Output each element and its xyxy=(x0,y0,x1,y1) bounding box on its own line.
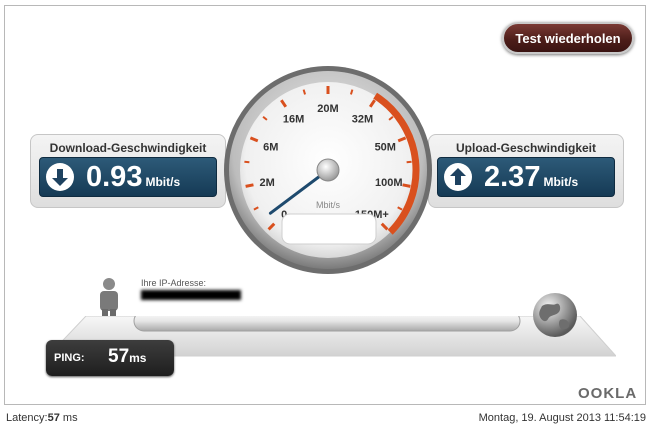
upload-unit: Mbit/s xyxy=(543,175,579,189)
upload-arrow-icon xyxy=(444,163,472,191)
upload-speed: 2.37 Mbit/s xyxy=(484,159,578,200)
ip-label: Ihre IP-Adresse: xyxy=(141,278,207,288)
latency-unit: ms xyxy=(62,412,78,424)
gauge-label: 50M xyxy=(375,141,396,153)
latency-status: Latency:57 ms xyxy=(6,412,78,424)
download-value: 0.93 xyxy=(86,161,143,193)
download-unit: Mbit/s xyxy=(145,175,181,189)
gauge-label: 32M xyxy=(352,113,373,125)
download-arrow-icon xyxy=(46,163,74,191)
retest-button[interactable]: Test wiederholen xyxy=(502,22,634,54)
upload-value: 2.37 xyxy=(484,161,541,193)
ping-unit: ms xyxy=(129,351,147,365)
ping-label: PING: xyxy=(54,352,85,364)
globe-icon xyxy=(533,293,577,337)
gauge-minor-tick xyxy=(349,89,354,95)
download-title: Download-Geschwindigkeit xyxy=(49,141,207,155)
gauge-label: 20M xyxy=(317,103,338,115)
gauge-label: 16M xyxy=(283,113,304,125)
timestamp: Montag, 19. August 2013 11:54:19 xyxy=(478,412,646,424)
download-panel: Download-Geschwindigkeit 0.93 Mbit/s xyxy=(30,134,226,208)
gauge-label: 100M xyxy=(375,177,403,189)
ip-value-redacted xyxy=(141,290,241,300)
download-value-box: 0.93 Mbit/s xyxy=(39,157,217,197)
speed-gauge: 02M6M16M20M32M50M100M150M+ Mbit/s xyxy=(224,66,432,274)
ping-value: 57 xyxy=(108,346,130,367)
gauge-major-tick xyxy=(402,183,411,188)
gauge-unit: Mbit/s xyxy=(316,200,341,210)
download-speed: 0.93 Mbit/s xyxy=(86,159,180,200)
ping-badge: PING: 57ms xyxy=(46,340,174,376)
latency-value: 57 xyxy=(47,412,60,424)
ookla-logo: OOKLA xyxy=(578,385,638,402)
gauge-hub xyxy=(316,158,340,182)
gauge-readout xyxy=(281,213,377,245)
gauge-label: 6M xyxy=(263,141,278,153)
upload-value-box: 2.37 Mbit/s xyxy=(437,157,615,197)
connection-tube xyxy=(133,316,521,332)
ping-readout: 57ms xyxy=(108,346,146,368)
gauge-label: 2M xyxy=(260,177,275,189)
upload-title: Upload-Geschwindigkeit xyxy=(455,141,596,155)
gauge-minor-tick xyxy=(302,89,307,95)
upload-panel: Upload-Geschwindigkeit 2.37 Mbit/s xyxy=(428,134,624,208)
gauge-major-tick xyxy=(245,183,254,188)
latency-label: Latency: xyxy=(6,412,48,424)
